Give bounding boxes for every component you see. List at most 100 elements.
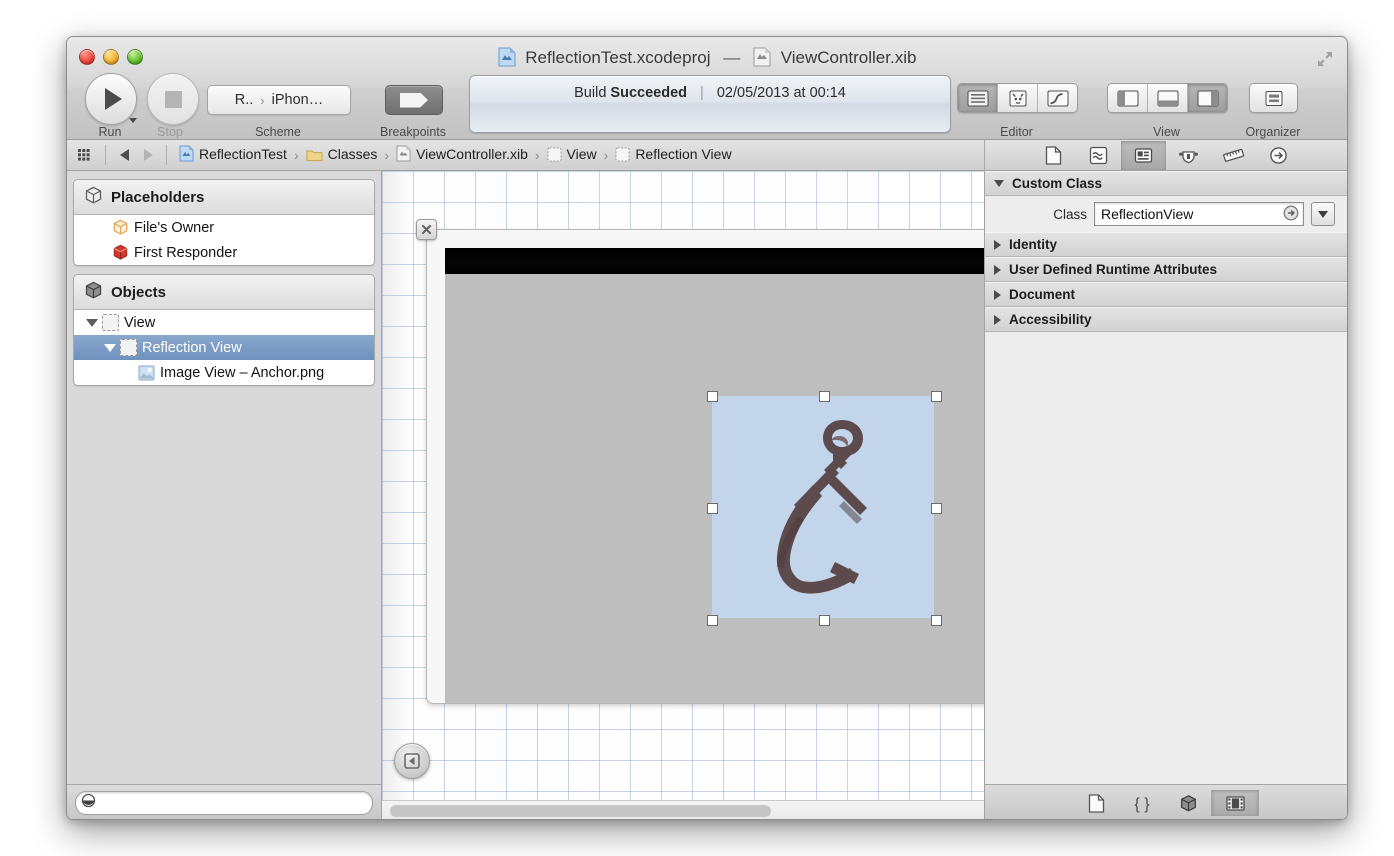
utilities-toggle-button[interactable] (1188, 84, 1227, 112)
selection-handle[interactable] (819, 391, 830, 402)
activity-status-view[interactable]: Build Succeeded | 02/05/2013 at 00:14 (469, 75, 951, 133)
selected-image-view[interactable] (707, 391, 942, 626)
root-view[interactable] (445, 274, 985, 703)
arrow-circle-icon[interactable] (1283, 205, 1299, 224)
file-inspector-tab[interactable] (1031, 141, 1076, 170)
back-arrow-icon[interactable] (114, 148, 136, 162)
navigator-toggle-button[interactable] (1108, 84, 1148, 112)
image-view-icon (136, 365, 156, 381)
organizer-button[interactable] (1249, 83, 1298, 113)
jump-bar-grid-icon[interactable] (75, 149, 97, 161)
list-item[interactable]: View (74, 310, 374, 335)
class-dropdown-button[interactable] (1311, 202, 1335, 226)
view-icon (547, 147, 562, 165)
selection-handle[interactable] (707, 391, 718, 402)
breakpoints-button[interactable] (385, 85, 443, 115)
disclosure-triangle-icon[interactable] (994, 289, 1001, 300)
quick-help-inspector-tab[interactable] (1076, 141, 1121, 170)
close-icon[interactable] (416, 219, 437, 240)
section-identity[interactable]: Identity (985, 232, 1347, 257)
disclosure-triangle-icon[interactable] (994, 314, 1001, 325)
breadcrumb-item-xib[interactable]: ViewController.xib (396, 145, 528, 165)
library-selector-bar: { } (985, 784, 1347, 819)
attributes-inspector-tab[interactable] (1166, 141, 1211, 170)
version-editor-button[interactable] (1038, 84, 1077, 112)
section-user-defined-runtime-attributes[interactable]: User Defined Runtime Attributes (985, 257, 1347, 282)
disclosure-triangle-icon[interactable] (994, 180, 1004, 187)
stop-label: Stop (157, 125, 183, 139)
filter-input[interactable] (96, 794, 372, 812)
list-item[interactable]: Image View – Anchor.png (74, 360, 374, 385)
section-document[interactable]: Document (985, 282, 1347, 307)
workspace-body: Placeholders File's Owner First Responde… (67, 171, 1347, 819)
canvas-horizontal-scrollbar[interactable] (382, 800, 985, 819)
red-cube-icon (110, 244, 130, 261)
fullscreen-icon[interactable] (1315, 49, 1335, 69)
interface-builder-canvas[interactable] (382, 171, 985, 819)
section-accessibility[interactable]: Accessibility (985, 307, 1347, 332)
selection-handle[interactable] (931, 391, 942, 402)
disclosure-triangle-icon[interactable] (994, 239, 1001, 250)
connections-inspector-tab[interactable] (1256, 141, 1301, 170)
xcodeproj-icon (179, 145, 194, 165)
selection-handle[interactable] (931, 615, 942, 626)
file-template-library-button[interactable] (1073, 790, 1119, 816)
breadcrumb-item-view[interactable]: View (547, 146, 597, 165)
list-item[interactable]: Reflection View (74, 335, 374, 360)
list-item-label: View (124, 314, 156, 331)
disclosure-triangle-icon[interactable] (84, 318, 100, 327)
standard-editor-button[interactable] (958, 84, 998, 112)
selection-handle[interactable] (819, 615, 830, 626)
disclosure-triangle-icon[interactable] (102, 343, 118, 352)
view-icon (615, 147, 630, 165)
breakpoint-icon (400, 92, 428, 108)
placeholders-header[interactable]: Placeholders (74, 180, 374, 215)
scheme-label: Scheme (255, 125, 301, 139)
breadcrumb-bar: ReflectionTest › Classes › ViewControlle… (67, 140, 1347, 171)
media-library-button[interactable] (1211, 790, 1259, 816)
selection-handle[interactable] (931, 503, 942, 514)
assistant-editor-button[interactable] (998, 84, 1038, 112)
scheme-target-text: R.. (234, 92, 254, 108)
scrollbar-thumb[interactable] (390, 805, 771, 817)
class-field[interactable]: ReflectionView (1094, 202, 1304, 226)
breadcrumb-item-reflection-view[interactable]: Reflection View (615, 145, 732, 165)
identity-inspector-tab[interactable] (1121, 140, 1166, 170)
breadcrumb-label: Reflection View (635, 145, 732, 162)
navigator-filter-bar (67, 784, 381, 819)
stop-button[interactable] (147, 73, 199, 125)
xcode-window: ReflectionTest.xcodeproj — ViewControlle… (66, 36, 1348, 820)
scheme-device-text: iPhon… (271, 92, 324, 108)
outline-navigator: Placeholders File's Owner First Responde… (67, 171, 382, 819)
list-item[interactable]: First Responder (74, 240, 374, 265)
chevron-right-icon: › (384, 147, 390, 163)
objects-header[interactable]: Objects (74, 275, 374, 310)
list-item[interactable]: File's Owner (74, 215, 374, 240)
inspector-tab-bar (984, 140, 1347, 170)
svg-text:{ }: { } (1134, 796, 1150, 813)
code-snippet-library-button[interactable]: { } (1119, 790, 1165, 816)
breadcrumb-item-classes[interactable]: Classes (306, 146, 377, 165)
scheme-selector[interactable]: R.. › iPhon… (207, 85, 351, 115)
view-icon (118, 339, 138, 356)
disclosure-triangle-icon[interactable] (994, 264, 1001, 275)
filter-icon[interactable] (81, 793, 96, 813)
status-divider: | (700, 85, 704, 101)
selection-handle[interactable] (707, 503, 718, 514)
section-custom-class[interactable]: Custom Class (985, 171, 1347, 196)
section-label: Custom Class (1012, 176, 1103, 191)
utilities-inspector: Custom Class Class ReflectionView Identi… (984, 171, 1347, 819)
breadcrumb-label: ViewController.xib (416, 146, 528, 162)
build-status-text: Build Succeeded | 02/05/2013 at 00:14 (470, 85, 950, 101)
size-inspector-tab[interactable] (1211, 141, 1256, 170)
run-button[interactable] (85, 73, 137, 125)
forward-arrow-icon[interactable] (136, 148, 158, 162)
canvas-toggle-button[interactable] (394, 743, 430, 779)
breadcrumb-item-project[interactable]: ReflectionTest (179, 145, 287, 165)
filter-field[interactable] (75, 791, 373, 815)
selection-handle[interactable] (707, 615, 718, 626)
debug-area-toggle-button[interactable] (1148, 84, 1188, 112)
view-frame[interactable] (416, 219, 985, 704)
object-library-button[interactable] (1165, 790, 1211, 816)
chevron-right-icon: › (260, 92, 265, 108)
